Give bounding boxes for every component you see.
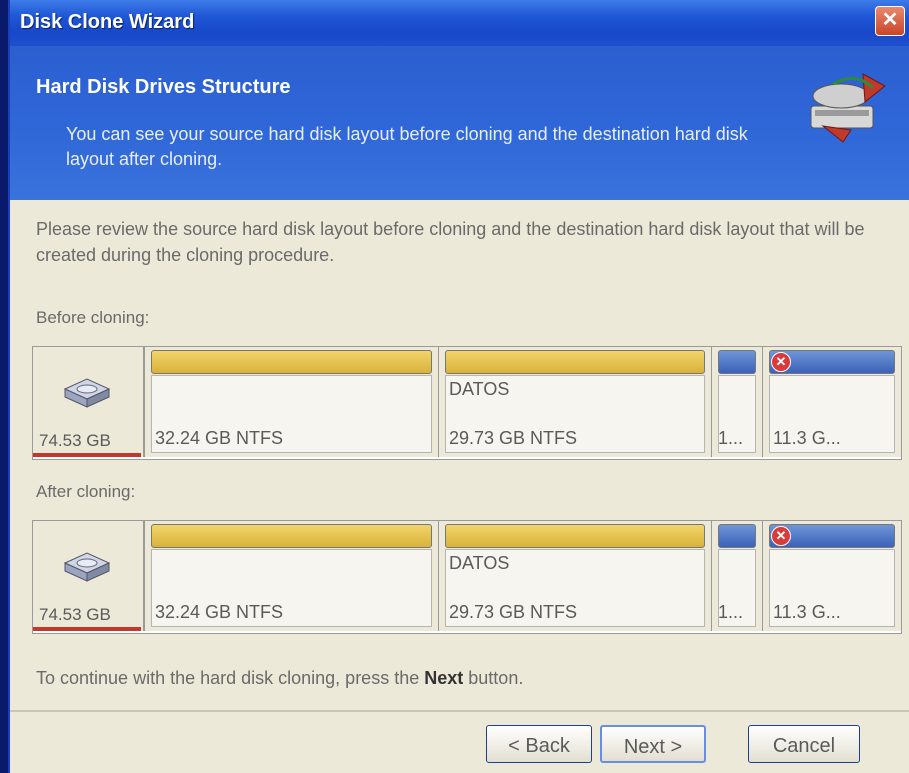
partition-bar	[445, 350, 705, 374]
intro-text: Please review the source hard disk layou…	[36, 219, 865, 265]
partition-name: DATOS	[449, 379, 510, 399]
partition-3[interactable]: 1...	[711, 521, 762, 631]
partition-size: 29.73 GB NTFS	[449, 428, 578, 448]
partition-size: 11.3 G...	[773, 428, 841, 448]
partition-bar	[718, 524, 756, 548]
error-icon: ✕	[771, 352, 791, 372]
partition-size: 1...	[718, 602, 744, 622]
partition-2[interactable]: DATOS 29.73 GB NTFS	[438, 347, 711, 457]
partition-bar	[718, 350, 756, 374]
before-disk-layout: 74.53 GB 32.24 GB NTFS DATOS 29.73 GB NT…	[32, 346, 902, 460]
after-disk-layout: 74.53 GB 32.24 GB NTFS DATOS 29.73 GB NT…	[32, 520, 902, 634]
after-disk-cell[interactable]: 74.53 GB	[33, 521, 144, 631]
next-emphasis: Next	[424, 668, 464, 688]
disk-marker	[33, 627, 141, 631]
page-description: You can see your source hard disk layout…	[66, 124, 748, 169]
wizard-header: Hard Disk Drives Structure You can see y…	[10, 46, 909, 200]
disk-marker	[33, 453, 141, 457]
partition-size: 32.24 GB NTFS	[155, 428, 284, 448]
button-divider	[10, 710, 909, 712]
before-disk-cell[interactable]: 74.53 GB	[33, 347, 144, 457]
partition-4[interactable]: ✕ 11.3 G...	[762, 347, 901, 457]
window-title: Disk Clone Wizard	[20, 11, 195, 33]
disk-clone-icon	[810, 73, 886, 143]
partition-bar	[151, 524, 432, 548]
title-bar[interactable]: Disk Clone Wizard ✕	[10, 0, 909, 46]
partition-size: 1...	[718, 428, 744, 448]
partition-1[interactable]: 32.24 GB NTFS	[144, 521, 438, 631]
partition-3[interactable]: 1...	[711, 347, 762, 457]
hard-disk-icon	[63, 378, 111, 408]
error-icon: ✕	[771, 526, 791, 546]
wizard-content: Please review the source hard disk layou…	[10, 200, 909, 773]
partition-size: 11.3 G...	[773, 602, 841, 622]
partition-4[interactable]: ✕ 11.3 G...	[762, 521, 901, 631]
after-cloning-label: After cloning:	[36, 482, 136, 501]
hard-disk-icon	[63, 552, 111, 582]
disk-size: 74.53 GB	[39, 431, 111, 450]
cancel-button[interactable]: Cancel	[748, 725, 860, 763]
back-button[interactable]: < Back	[486, 725, 592, 763]
page-title: Hard Disk Drives Structure	[36, 76, 291, 98]
partition-name: DATOS	[449, 553, 510, 573]
close-button[interactable]: ✕	[875, 6, 905, 36]
partition-bar	[445, 524, 705, 548]
partition-bar	[151, 350, 432, 374]
partition-2[interactable]: DATOS 29.73 GB NTFS	[438, 521, 711, 631]
before-cloning-label: Before cloning:	[36, 308, 150, 327]
partition-size: 32.24 GB NTFS	[155, 602, 284, 622]
disk-clone-wizard-window: Disk Clone Wizard ✕ Hard Disk Drives Str…	[8, 0, 909, 773]
partition-size: 29.73 GB NTFS	[449, 602, 578, 622]
continue-instruction: To continue with the hard disk cloning, …	[36, 668, 524, 688]
next-button[interactable]: Next >	[600, 725, 706, 763]
partition-1[interactable]: 32.24 GB NTFS	[144, 347, 438, 457]
disk-size: 74.53 GB	[39, 605, 111, 624]
